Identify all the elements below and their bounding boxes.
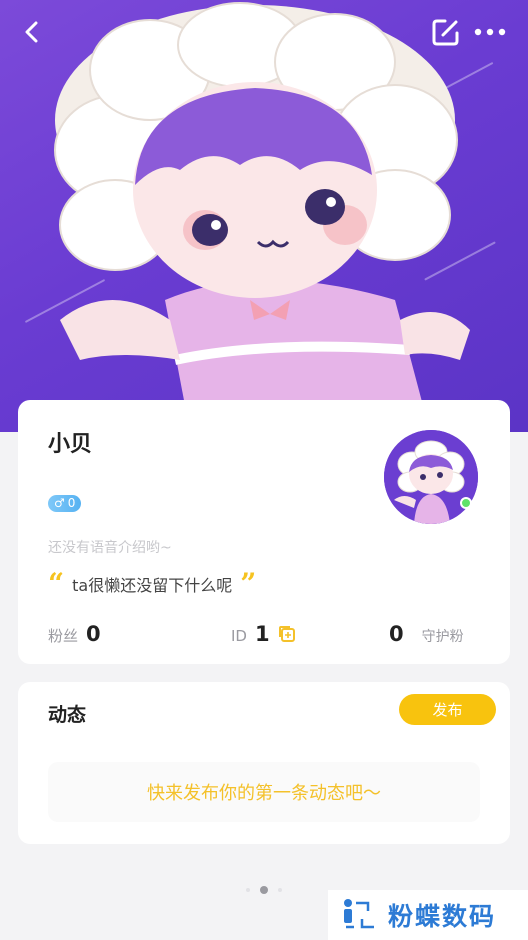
id-label: ID xyxy=(231,627,247,645)
more-dots-icon xyxy=(474,28,506,36)
signature-text: ta很懒还没留下什么呢 xyxy=(72,576,233,595)
quote-open-icon: “ xyxy=(48,567,65,600)
page-dot xyxy=(278,888,282,892)
feed-card: 动态 发布 快来发布你的第一条动态吧～ xyxy=(18,682,510,844)
watermark-logo-icon xyxy=(344,899,374,929)
fans-label: 粉丝 xyxy=(48,627,79,645)
voice-intro-text: 还没有语音介绍哟~ xyxy=(48,540,172,556)
guard-fans-stat[interactable]: 0 守护粉 xyxy=(389,622,464,646)
male-icon: ♂ xyxy=(54,496,65,510)
cover-illustration xyxy=(54,2,470,432)
fans-stat[interactable]: 粉丝 0 xyxy=(48,622,101,646)
user-name: 小贝 xyxy=(48,432,93,457)
page-dot xyxy=(246,888,250,892)
feed-empty-state: 快来发布你的第一条动态吧～ xyxy=(48,762,480,822)
watermark-text: 粉蝶数码 xyxy=(388,902,497,931)
gender-level-badge: ♂ 0 xyxy=(48,495,82,512)
back-button[interactable] xyxy=(14,14,50,50)
online-status-dot xyxy=(460,497,472,509)
avatar[interactable] xyxy=(384,430,478,524)
more-options-button[interactable] xyxy=(472,14,508,50)
feed-section-title: 动态 xyxy=(48,704,87,726)
publish-button[interactable]: 发布 xyxy=(399,694,496,725)
level-value: 0 xyxy=(67,496,76,510)
copy-icon[interactable] xyxy=(278,625,296,643)
watermark: 粉蝶数码 xyxy=(328,890,528,940)
avatar-image xyxy=(384,430,478,524)
fans-count: 0 xyxy=(86,622,101,646)
id-value: 1 xyxy=(254,622,270,646)
guard-count: 0 xyxy=(389,622,404,646)
quote-close-icon: ” xyxy=(240,567,257,600)
chevron-left-icon xyxy=(25,21,38,43)
signature-row: “ ta很懒还没留下什么呢 ” xyxy=(48,567,257,600)
page-dot-active xyxy=(260,886,268,894)
profile-card: 小贝 ♂ 0 还没有语音介绍哟~ “ ta很懒还没留下什么呢 ” 粉丝 0 ID… xyxy=(18,400,510,664)
user-id-stat: ID 1 xyxy=(231,622,296,646)
guard-label: 守护粉 xyxy=(421,629,464,645)
profile-cover xyxy=(0,0,528,432)
edit-profile-button[interactable] xyxy=(428,14,464,50)
edit-icon xyxy=(432,19,459,46)
